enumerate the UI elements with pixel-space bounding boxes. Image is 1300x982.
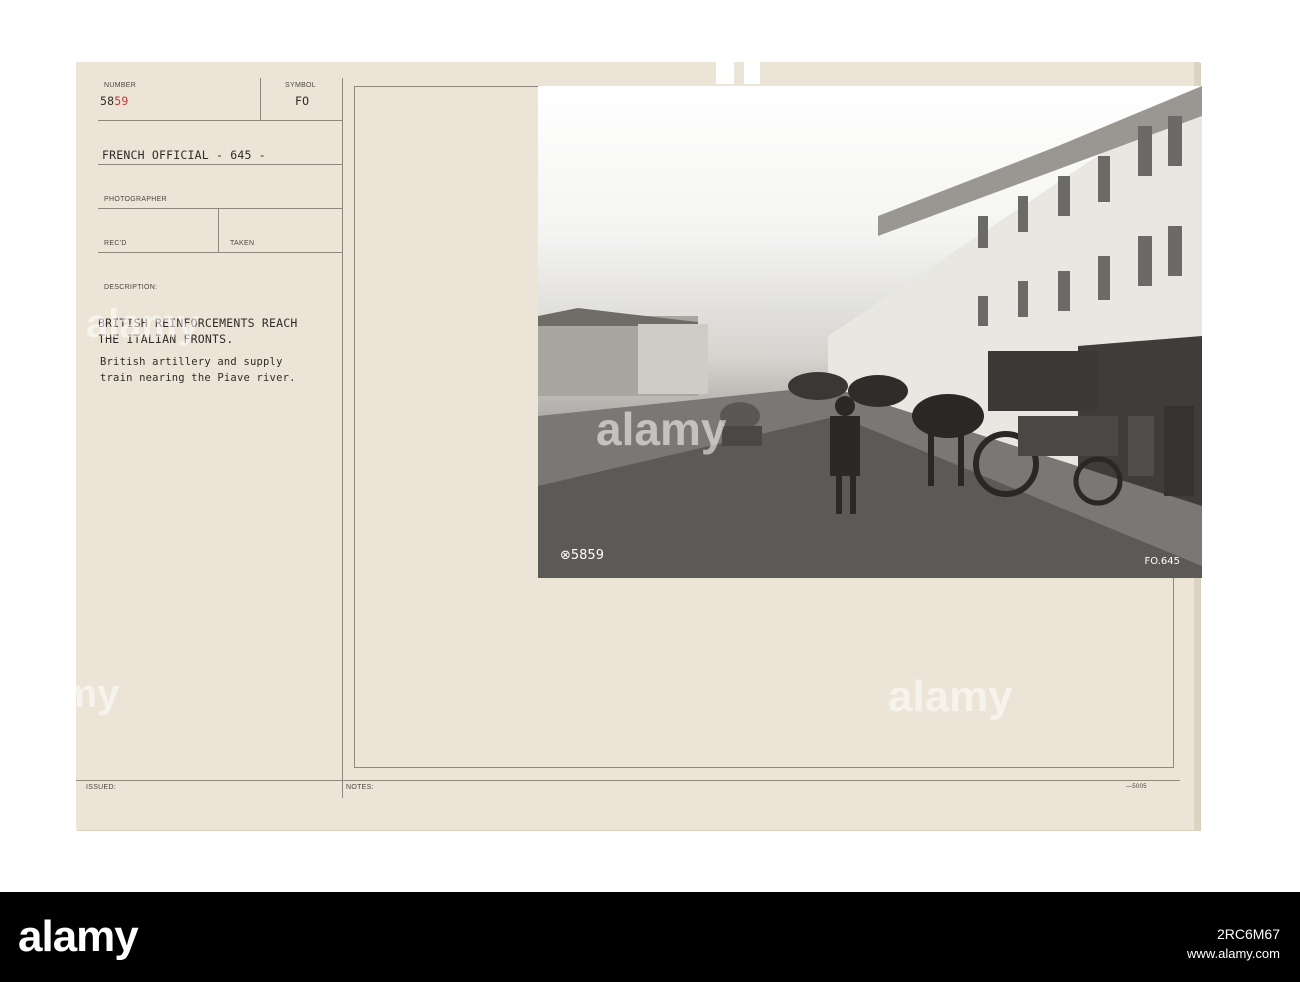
historical-photograph: ⊗5859 FO.645 [538,86,1202,578]
issued-label: ISSUED: [86,784,117,791]
recd-label: REC'D [104,240,127,247]
form-divider [260,78,261,120]
footer-bar: alamy 2RC6M67 www.alamy.com [0,892,1300,982]
street-scene-illustration [538,86,1202,578]
taken-label: TAKEN [230,240,255,247]
description-line-1: British artillery and supply [100,356,283,368]
form-divider [218,208,219,252]
site-url: www.alamy.com [1187,946,1280,961]
photo-code-stamp: FO.645 [1144,556,1180,567]
archive-card: NUMBER 5859 SYMBOL FO FRENCH OFFICIAL - … [6,62,1202,830]
watermark: alamy [6,672,120,716]
official-number: FRENCH OFFICIAL - 645 - [102,148,266,162]
card-tab-notch [716,62,734,84]
form-line [98,208,342,209]
watermark: alamy [596,403,727,455]
form-code: —5005 [1126,784,1147,790]
notes-label: NOTES: [346,784,374,791]
image-id: 2RC6M67 [1216,926,1280,942]
form-divider-main [342,78,343,798]
number-value: 5859 [100,94,129,108]
form-line [98,120,342,121]
watermark: alamy [888,672,1013,721]
symbol-value: FO [295,94,310,108]
form-line [98,164,342,165]
watermark: alamy [86,302,200,346]
card-tab-notch-right [744,62,760,84]
description-label: DESCRIPTION: [104,284,158,291]
number-label: NUMBER [104,82,137,89]
alamy-logo: alamy [18,912,139,961]
form-line [98,252,342,253]
photographer-label: PHOTOGRAPHER [104,196,167,203]
photo-number-stamp: ⊗5859 [560,548,604,563]
symbol-label: SYMBOL [285,82,316,89]
description-line-2: train nearing the Piave river. [100,372,296,384]
form-bottom-line [76,780,1180,781]
